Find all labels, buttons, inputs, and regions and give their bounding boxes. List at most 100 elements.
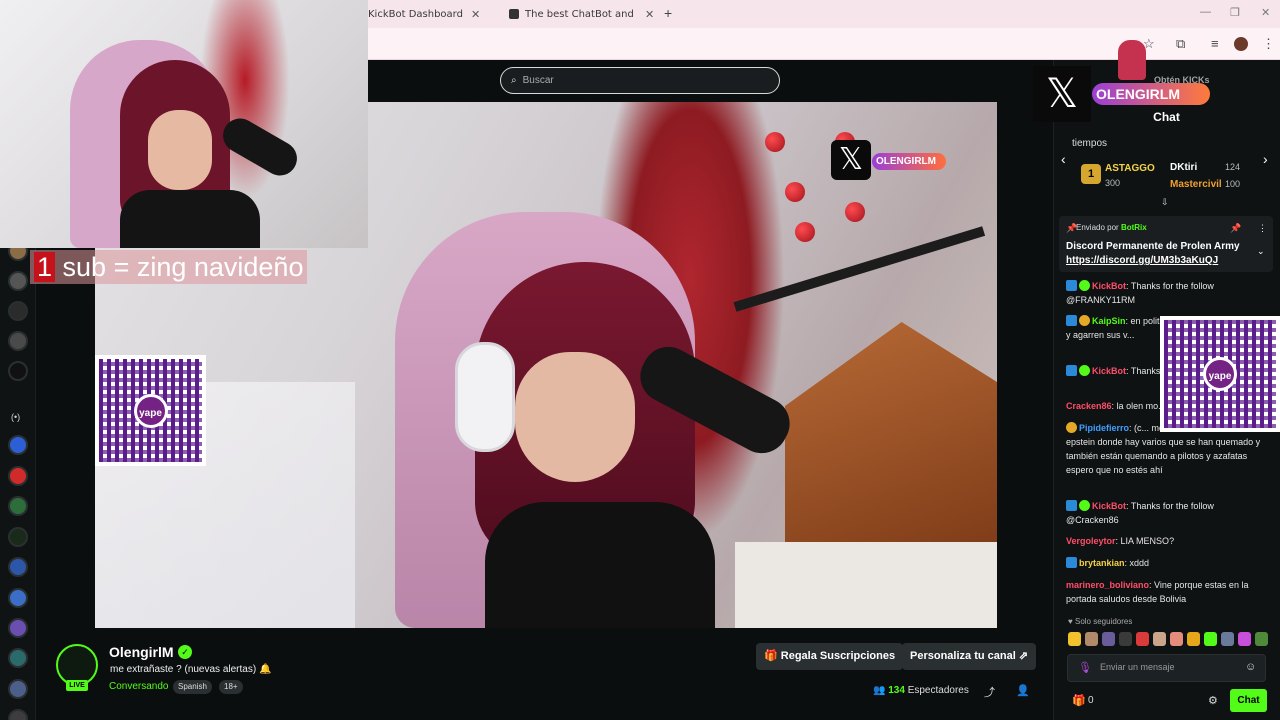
channel-name[interactable]: OlengirlM [109, 644, 174, 660]
chat-username[interactable]: Vergoleytor [1066, 536, 1116, 546]
emote-icon[interactable] [1102, 632, 1115, 646]
close-window-icon[interactable]: ✕ [1261, 6, 1270, 19]
webcam-scene-body [120, 190, 260, 248]
send-chat-button[interactable]: Chat [1230, 689, 1267, 712]
leaderboard-name[interactable]: DKtiri [1170, 162, 1197, 173]
emote-icon[interactable] [1255, 632, 1268, 646]
sidebar-channel-avatar[interactable] [8, 435, 28, 455]
chat-username[interactable]: KickBot [1092, 366, 1126, 376]
profile-avatar[interactable] [1234, 37, 1248, 51]
leaderboard-next-icon[interactable]: › [1263, 151, 1268, 167]
microphone-icon[interactable]: 🎙 [1078, 661, 1092, 674]
sidebar-channel-avatar[interactable] [8, 588, 28, 608]
share-icon[interactable]: ⤴ [984, 684, 995, 700]
chat-header-title: Chat [1153, 110, 1180, 124]
media-controls-icon[interactable]: ≡ [1211, 36, 1219, 51]
moderator-badge-icon [1066, 557, 1077, 568]
chat-username[interactable]: KickBot [1092, 501, 1126, 511]
chat-username[interactable]: Pipidefierro [1079, 423, 1129, 433]
get-kicks-button[interactable]: Obtén KICKs [1150, 72, 1214, 88]
sidebar-channel-avatar[interactable] [8, 466, 28, 486]
video-scene-floor [735, 542, 997, 628]
video-scene-ornament [795, 222, 815, 242]
restore-icon[interactable]: ❐ [1230, 6, 1240, 19]
chat-settings-gear-icon[interactable]: ⚙ [1208, 694, 1218, 707]
emote-icon[interactable] [1119, 632, 1132, 646]
sidebar-channel-avatar[interactable] [8, 618, 28, 638]
leaderboard-name[interactable]: ASTAGGO [1105, 163, 1155, 174]
sidebar-channel-avatar[interactable] [8, 496, 28, 516]
external-link-icon: ⇗ [1015, 650, 1029, 662]
sidebar-channel-avatar[interactable] [8, 301, 28, 321]
chat-username[interactable]: KickBot [1092, 281, 1126, 291]
sidebar-channel-avatar[interactable] [8, 271, 28, 291]
live-badge: LIVE [66, 680, 88, 691]
emote-icon[interactable] [1170, 632, 1183, 646]
live-broadcast-icon[interactable]: (•) [11, 412, 20, 422]
verified-badge-icon [1079, 280, 1090, 291]
qr-pattern: yape [1164, 320, 1276, 428]
leaderboard-value: 300 [1105, 178, 1121, 188]
video-scene-nativity [785, 322, 997, 562]
sidebar-channel-avatar[interactable] [8, 331, 28, 351]
emote-icon[interactable] [1153, 632, 1166, 646]
viewers-icon: 👥 [873, 685, 889, 696]
pinned-title: Discord Permanente de Prolen Army [1066, 241, 1240, 252]
sidebar-channel-avatar[interactable] [8, 648, 28, 668]
search-input[interactable]: ⌕ Buscar [500, 67, 780, 94]
emoji-picker-icon[interactable]: ☺ [1245, 661, 1256, 673]
scroll-to-bottom-icon[interactable]: ⇩ [1161, 197, 1169, 208]
menu-kebab-icon[interactable]: ⋮ [1262, 36, 1275, 52]
customize-channel-button[interactable]: Personaliza tu canal ⇗ [902, 643, 1037, 670]
verified-badge-icon [1079, 500, 1090, 511]
sidebar-channel-avatar[interactable] [8, 361, 28, 381]
leaderboard-prev-icon[interactable]: ‹ [1061, 151, 1066, 167]
yape-qr-code: yape [95, 355, 206, 466]
emote-icon[interactable] [1085, 632, 1098, 646]
tab-chatbot-widgets[interactable]: The best ChatBot and Widgets ✕ [509, 0, 655, 28]
new-tab-button[interactable]: + [664, 5, 672, 21]
leaderboard-name[interactable]: Mastercivil [1170, 179, 1222, 190]
emote-icon[interactable] [1136, 632, 1149, 646]
tag-language[interactable]: Spanish [173, 680, 212, 694]
chat-username[interactable]: marinero_boliviano [1066, 580, 1149, 590]
emote-icon[interactable] [1238, 632, 1251, 646]
gift-subscriptions-button[interactable]: 🎁 Regala Suscripciones [756, 643, 904, 670]
tag-age[interactable]: 18+ [219, 680, 243, 694]
emote-icon[interactable] [1068, 632, 1081, 646]
sub-goal-text: sub = zing navideño [55, 252, 304, 282]
chat-username[interactable]: Cracken86 [1066, 401, 1112, 411]
pinned-sent-by-label: Enviado por [1076, 223, 1119, 232]
search-icon: ⌕ [511, 75, 517, 86]
pinned-link[interactable]: https://discord.gg/UM3b3aKuQJ [1066, 255, 1218, 266]
kicks-gift-icon[interactable]: 🎁 [1072, 694, 1086, 707]
sidebar-channel-avatar[interactable] [8, 679, 28, 699]
unpin-icon[interactable]: 📌 [1230, 223, 1241, 234]
pinned-sent-by-user[interactable]: BotRix [1121, 223, 1147, 232]
extensions-icon[interactable]: ⧉ [1176, 36, 1185, 52]
pinned-menu-icon[interactable]: ⋮ [1258, 223, 1267, 234]
chat-message: Vergoleytor: LIA MENSO? [1066, 534, 1262, 548]
follow-user-icon[interactable]: 👤 [1016, 684, 1030, 697]
sidebar-channel-avatar[interactable] [8, 557, 28, 577]
minimize-icon[interactable]: — [1200, 6, 1211, 18]
yape-logo: yape [133, 393, 168, 428]
close-tab-icon[interactable]: ✕ [471, 8, 480, 21]
emote-icon[interactable] [1187, 632, 1200, 646]
chat-input-placeholder: Enviar un mensaje [1100, 662, 1175, 672]
close-tab-icon[interactable]: ✕ [645, 8, 654, 21]
chevron-down-icon[interactable]: ⌄ [1257, 246, 1265, 257]
emote-bar [1068, 632, 1268, 648]
pinned-sent-by: Enviado por BotRix [1076, 223, 1147, 232]
chat-username[interactable]: brytankian [1079, 558, 1125, 568]
chat-message: KickBot: Thanks for the follow @Cracken8… [1066, 499, 1262, 527]
emote-icon[interactable] [1204, 632, 1217, 646]
tab-kickbot-dashboard[interactable]: KickBot Dashboard ✕ [368, 0, 496, 28]
emote-icon[interactable] [1221, 632, 1234, 646]
qr-pattern: yape [99, 359, 202, 462]
chat-username[interactable]: KaipSin [1092, 316, 1126, 326]
gift-icon: 🎁 [764, 650, 781, 662]
stream-category-link[interactable]: Conversando [109, 681, 168, 692]
sidebar-channel-avatar[interactable] [8, 527, 28, 547]
rank-badge: 1 [1081, 164, 1101, 184]
